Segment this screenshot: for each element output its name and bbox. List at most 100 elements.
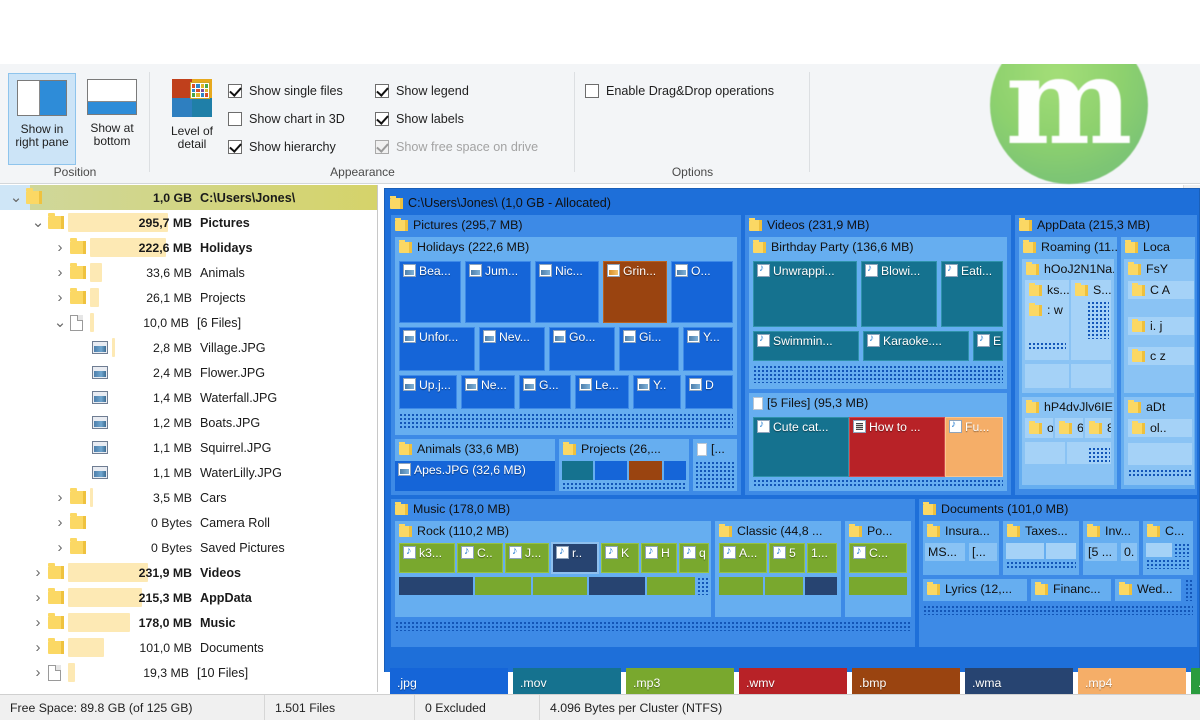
treemap-tile[interactable]: Grin... <box>603 261 667 323</box>
expand-arrow-icon[interactable]: › <box>50 289 70 306</box>
treemap-node-local[interactable]: Loca FsY C A i. j c z aDt ol.. <box>1121 237 1195 489</box>
treemap-tile[interactable]: Nic... <box>535 261 599 323</box>
treemap-node-roaming-sub-b[interactable]: S... <box>1071 280 1111 360</box>
treemap-tile-selected[interactable]: r.. <box>551 542 599 574</box>
treemap-tile[interactable]: Unwrappi... <box>753 261 857 327</box>
treemap-tile[interactable]: 5 <box>769 543 805 573</box>
checkbox-show-hierarchy[interactable]: Show hierarchy <box>228 140 336 154</box>
treemap-node-pictures[interactable]: Pictures (295,7 MB) Holidays (222,6 MB) … <box>391 215 741 495</box>
expand-arrow-icon[interactable]: › <box>50 239 70 256</box>
treemap-tile[interactable] <box>805 577 837 595</box>
level-of-detail-button[interactable]: Level of detail <box>158 73 226 165</box>
treemap-tile[interactable]: Unfor... <box>399 327 475 371</box>
treemap-tile[interactable] <box>1006 543 1044 559</box>
treemap-tile[interactable] <box>562 461 593 480</box>
expand-arrow-icon[interactable]: › <box>28 564 48 581</box>
treemap-tile[interactable]: Up.j... <box>399 375 457 409</box>
treemap-node-documents[interactable]: Documents (101,0 MB) Insura... MS... [..… <box>919 499 1197 647</box>
treemap-tile[interactable] <box>765 577 803 595</box>
treemap-tile[interactable]: q <box>679 543 709 573</box>
treemap-node-rock[interactable]: Rock (110,2 MB) k3... C.. J... r.. K H q <box>395 521 711 617</box>
tree-row-animals[interactable]: › 33,6 MB Animals <box>0 260 377 285</box>
tree-row-holidays[interactable]: › 222,6 MB Holidays <box>0 235 377 260</box>
tree-row-documents[interactable]: › 101,0 MB Documents <box>0 635 377 660</box>
treemap-node-classic[interactable]: Classic (44,8 ... A... 5 1... <box>715 521 841 617</box>
treemap-node-rs2-c[interactable]: 8 <box>1085 418 1111 438</box>
collapse-arrow-icon[interactable]: ⌄ <box>28 215 48 230</box>
checkbox-show-chart-in-3d[interactable]: Show chart in 3D <box>228 112 345 126</box>
treemap-tile[interactable] <box>1046 543 1076 559</box>
expand-arrow-icon[interactable]: › <box>28 639 48 656</box>
treemap-node-rs2-a[interactable]: o. <box>1025 418 1053 438</box>
treemap-node-rs2-b[interactable]: 6 <box>1055 418 1083 438</box>
treemap-tile[interactable] <box>664 461 686 480</box>
treemap-tile[interactable]: H <box>641 543 677 573</box>
expand-arrow-icon[interactable]: › <box>28 589 48 606</box>
tree-row-c-users-jones[interactable]: ⌄ 1,0 GB C:\Users\Jones\ <box>0 185 377 210</box>
treemap-tile[interactable] <box>475 577 531 595</box>
checkbox-box-show-labels[interactable] <box>375 112 389 126</box>
expand-arrow-icon[interactable]: › <box>28 664 48 681</box>
treemap-tile[interactable]: k3... <box>399 543 455 573</box>
treemap-tile[interactable]: Swimmin... <box>753 331 859 361</box>
tree-row-cars[interactable]: › 3,5 MB Cars <box>0 485 377 510</box>
treemap-node-docs-c[interactable]: C... <box>1143 521 1193 575</box>
checkbox-box-show-chart-in-3d[interactable] <box>228 112 242 126</box>
treemap-node-roaming-sub[interactable]: hOoJ2N1Na... ks... : w <box>1022 259 1114 393</box>
expand-arrow-icon[interactable]: › <box>50 489 70 506</box>
treemap-tile[interactable]: D <box>685 375 733 409</box>
treemap-tile[interactable]: Ne... <box>461 375 515 409</box>
treemap-node-insurance[interactable]: Insura... MS... [... <box>923 521 999 575</box>
treemap-node-roaming-sub2[interactable]: hP4dvJlv6IE... o. 6 <box>1022 397 1114 485</box>
checkbox-box-show-hierarchy[interactable] <box>228 140 242 154</box>
treemap-tile[interactable]: Nev... <box>479 327 545 371</box>
checkbox-box-show-single-files[interactable] <box>228 84 242 98</box>
treemap-tile[interactable]: Jum... <box>465 261 531 323</box>
treemap-tile[interactable]: J... <box>505 543 549 573</box>
treemap-tile[interactable]: C.. <box>457 543 503 573</box>
treemap-tile[interactable] <box>1128 443 1192 465</box>
treemap-node-projects[interactable]: Projects (26,... <box>559 439 689 491</box>
tree-row-6-files[interactable]: ⌄ 10,0 MB [6 Files] <box>0 310 377 335</box>
treemap-tile[interactable]: C... <box>849 543 907 573</box>
expand-arrow-icon[interactable]: › <box>28 614 48 631</box>
treemap-tile[interactable]: Eati... <box>941 261 1003 327</box>
treemap-node-local-sub2[interactable]: aDt ol.. <box>1124 397 1194 485</box>
checkbox-show-legend[interactable]: Show legend <box>375 84 469 98</box>
treemap-tile[interactable]: Gi... <box>619 327 679 371</box>
collapse-arrow-icon[interactable]: ⌄ <box>6 190 26 205</box>
checkbox-show-labels[interactable]: Show labels <box>375 112 464 126</box>
treemap-tile[interactable]: Bea... <box>399 261 461 323</box>
treemap-node-animals[interactable]: Animals (33,6 MB) Apes.JPG (32,6 MB) <box>395 439 555 491</box>
tree-row-waterlilly-jpg[interactable]: 1,1 MB WaterLilly.JPG <box>0 460 377 485</box>
tree-row-10-files[interactable]: › 19,3 MB [10 Files] <box>0 660 377 685</box>
treemap-tile[interactable] <box>1025 442 1065 464</box>
treemap-tile[interactable]: Blowi... <box>861 261 937 327</box>
checkbox-enable-drag-drop[interactable]: Enable Drag&Drop operations <box>585 84 774 98</box>
treemap-tile[interactable]: Y.. <box>633 375 681 409</box>
show-at-bottom-button[interactable]: Show at bottom <box>78 73 146 165</box>
treemap-tile[interactable] <box>1146 543 1172 557</box>
collapse-arrow-icon[interactable]: ⌄ <box>50 315 70 330</box>
treemap-tile[interactable]: Karaoke.... <box>863 331 969 361</box>
directory-tree[interactable]: ⌄ 1,0 GB C:\Users\Jones\ ⌄ 295,7 MB Pictures ›… <box>0 185 378 692</box>
treemap-node-taxes[interactable]: Taxes... <box>1003 521 1079 575</box>
treemap-tile[interactable]: Cute cat... <box>753 417 849 477</box>
treemap-tile[interactable]: 1... <box>807 543 837 573</box>
expand-arrow-icon[interactable]: › <box>50 264 70 281</box>
tree-row-camera-roll[interactable]: › 0 Bytes Camera Roll <box>0 510 377 535</box>
treemap-tile[interactable] <box>1025 364 1069 388</box>
checkbox-box-show-legend[interactable] <box>375 84 389 98</box>
treemap-tile[interactable]: Y... <box>683 327 733 371</box>
treemap-tile[interactable] <box>849 577 907 595</box>
treemap-tile[interactable] <box>399 577 473 595</box>
treemap-tile[interactable]: Le... <box>575 375 629 409</box>
treemap-node-roaming[interactable]: Roaming (11... hOoJ2N1Na... ks... <box>1019 237 1117 489</box>
show-in-right-pane-button[interactable]: Show in right pane <box>8 73 76 165</box>
tree-row-squirrel-jpg[interactable]: 1,1 MB Squirrel.JPG <box>0 435 377 460</box>
tree-row-saved-pictures[interactable]: › 0 Bytes Saved Pictures <box>0 535 377 560</box>
treemap-tile-apes[interactable]: Apes.JPG (32,6 MB) <box>395 461 555 491</box>
expand-arrow-icon[interactable]: › <box>50 539 70 556</box>
treemap-node-roaming-sub-a[interactable]: ks... : w <box>1025 280 1069 360</box>
treemap-tile[interactable] <box>533 577 587 595</box>
